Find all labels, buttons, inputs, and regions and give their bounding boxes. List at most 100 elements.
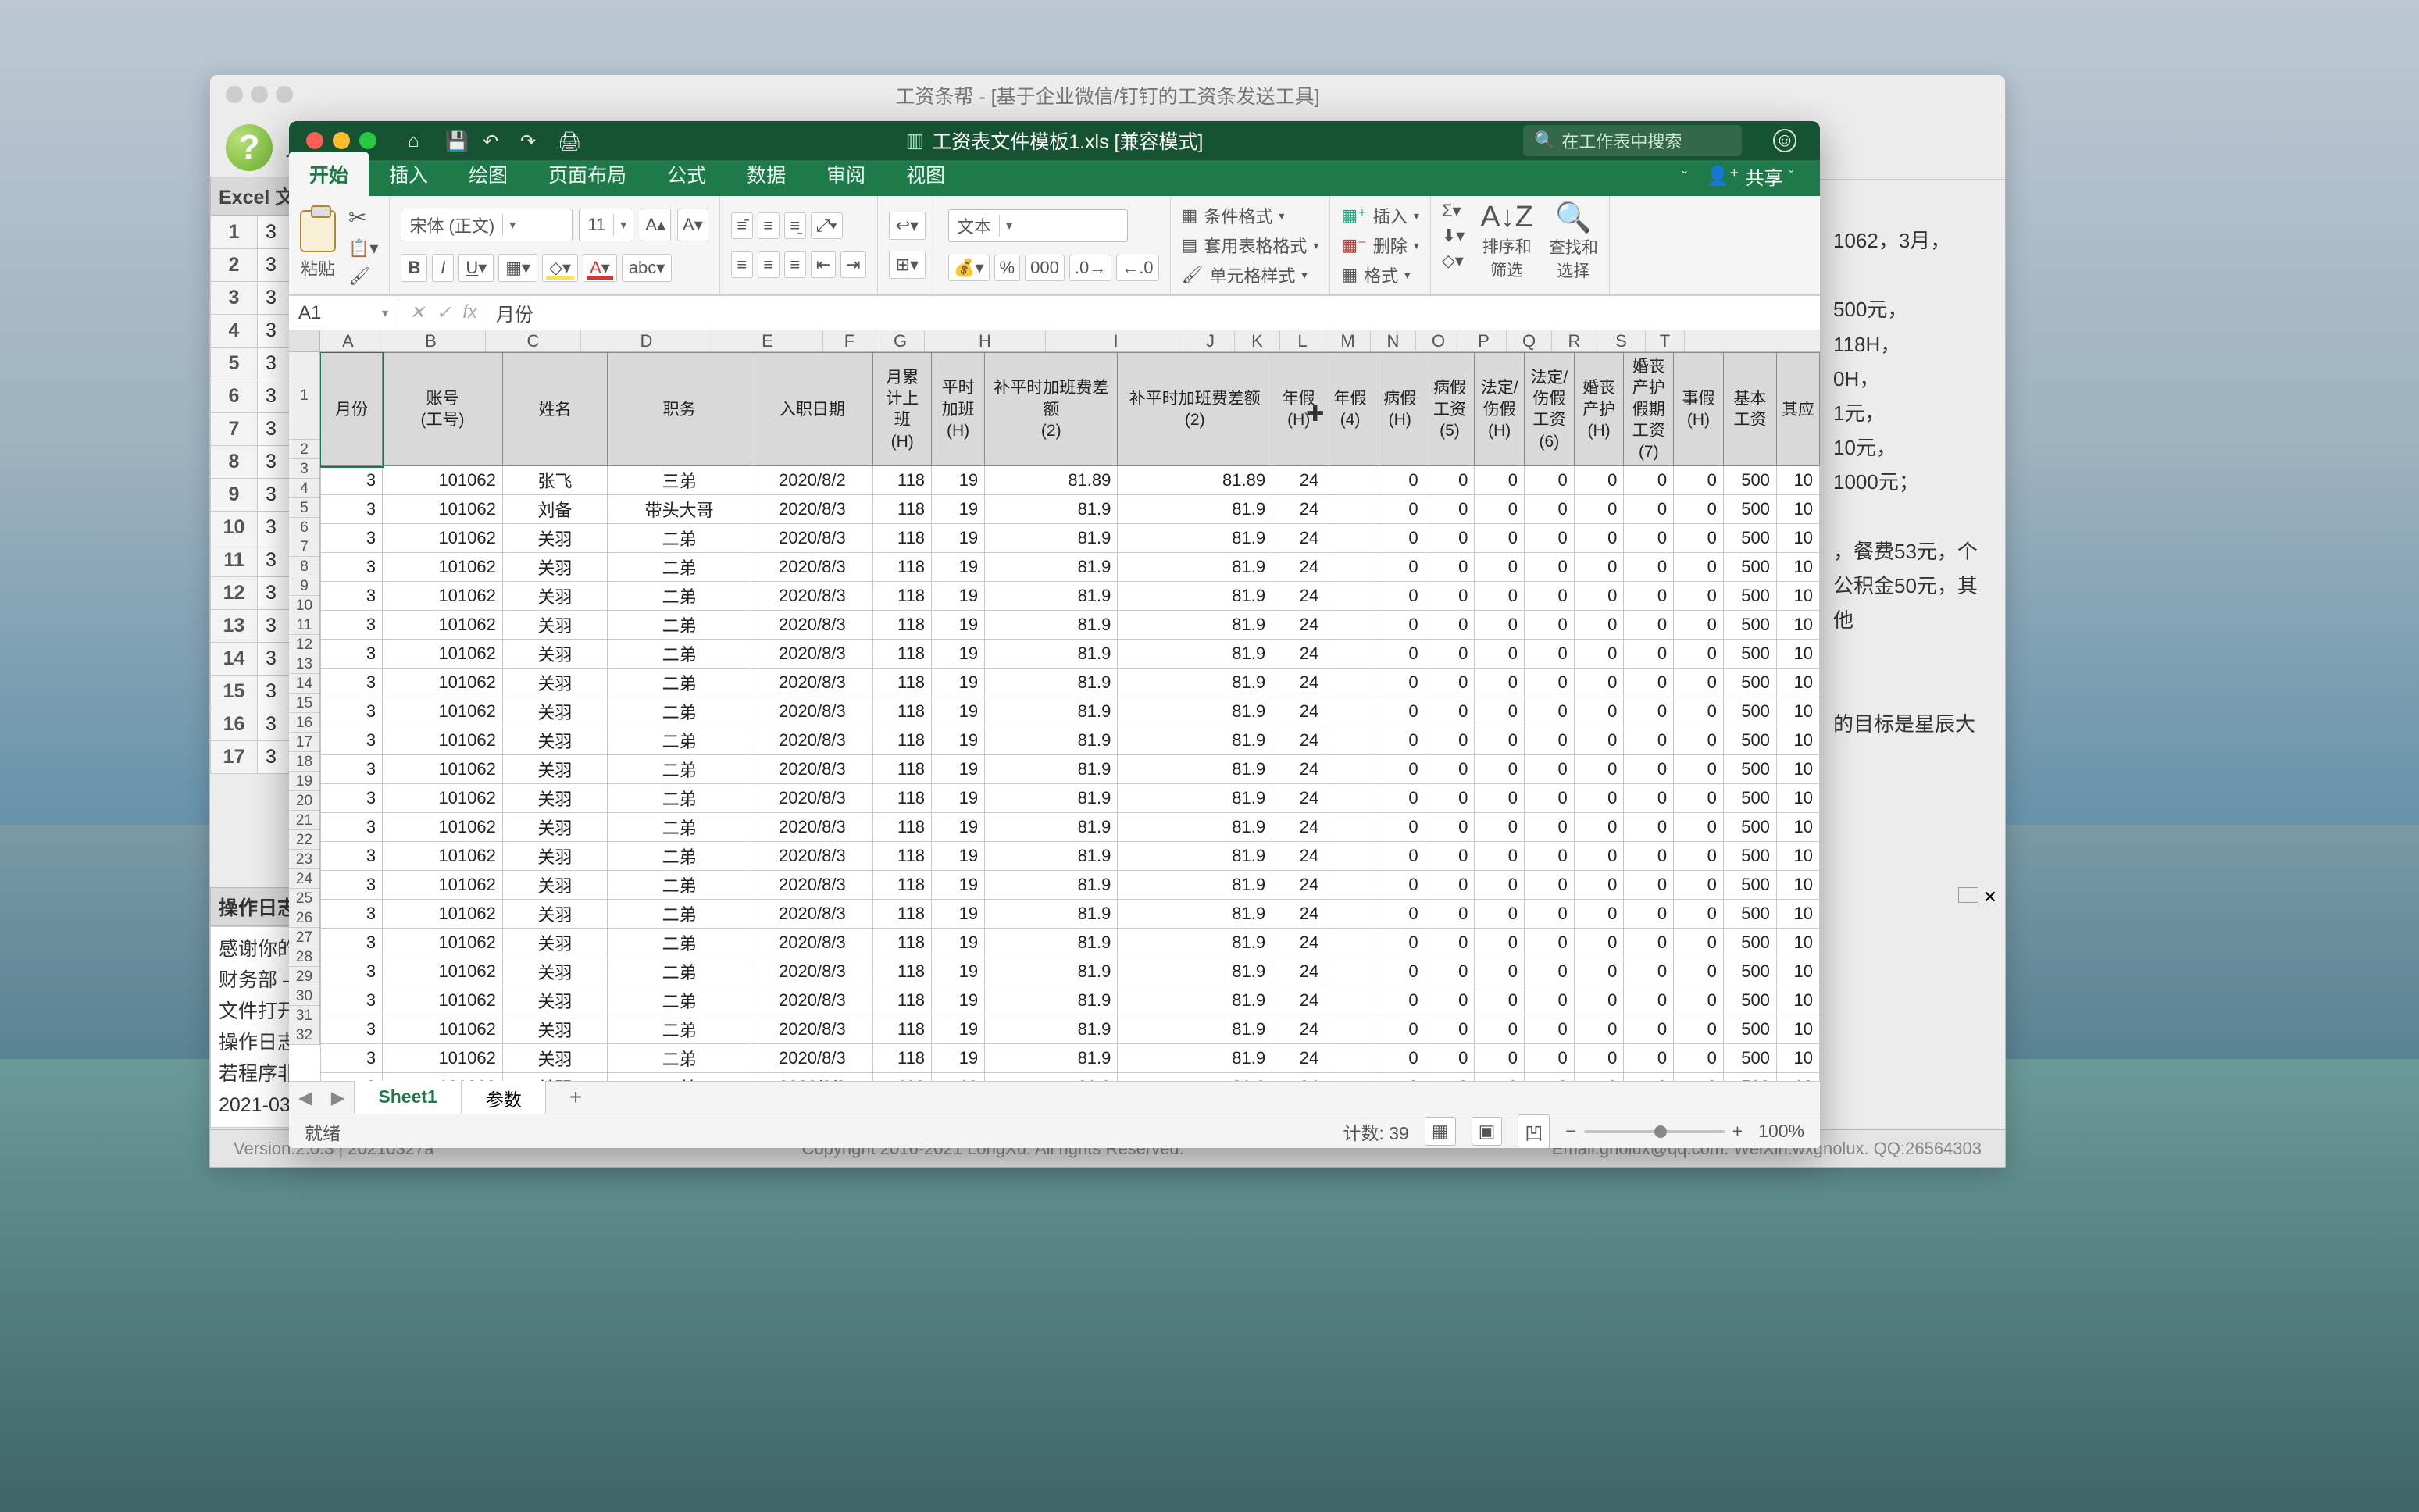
cell[interactable]: 0 bbox=[1525, 640, 1575, 669]
insert-cells-button[interactable]: ▦⁺插入▾ bbox=[1341, 203, 1418, 228]
table-header[interactable]: 职务 bbox=[607, 353, 751, 466]
cell[interactable]: 24 bbox=[1272, 784, 1325, 813]
table-header[interactable]: 法定/伤假工资(6) bbox=[1525, 353, 1575, 466]
cell[interactable]: 2020/8/3 bbox=[751, 929, 873, 957]
redo-icon[interactable]: ↷ bbox=[520, 130, 541, 151]
cell[interactable]: 3 bbox=[321, 900, 383, 929]
cell[interactable]: 101062 bbox=[383, 957, 503, 986]
cell[interactable]: 81.9 bbox=[985, 784, 1118, 813]
cell[interactable]: 101062 bbox=[383, 1073, 503, 1081]
cell[interactable]: 0 bbox=[1475, 929, 1525, 957]
cell[interactable]: 0 bbox=[1624, 755, 1674, 784]
cell[interactable]: 24 bbox=[1272, 986, 1325, 1015]
row-header-9[interactable]: 9 bbox=[289, 576, 319, 596]
cell[interactable]: 0 bbox=[1624, 640, 1674, 669]
cell[interactable]: 0 bbox=[1624, 986, 1674, 1015]
col-header-C[interactable]: C bbox=[486, 330, 581, 351]
table-row[interactable]: 3101062关羽二弟2020/8/31181981.981.924000000… bbox=[321, 1044, 1820, 1073]
cell[interactable]: 81.9 bbox=[985, 813, 1118, 842]
cell[interactable]: 19 bbox=[932, 1015, 985, 1044]
cell[interactable]: 二弟 bbox=[607, 813, 751, 842]
col-header-R[interactable]: R bbox=[1552, 330, 1597, 351]
cell[interactable]: 500 bbox=[1723, 813, 1776, 842]
cell[interactable]: 118 bbox=[873, 871, 932, 900]
select-all-corner[interactable] bbox=[289, 330, 320, 352]
cell[interactable]: 0 bbox=[1624, 784, 1674, 813]
cell[interactable]: 3 bbox=[321, 553, 383, 582]
minimize-window-icon[interactable] bbox=[333, 132, 350, 149]
table-row[interactable]: 3101062关羽二弟2020/8/31181981.981.924000000… bbox=[321, 986, 1820, 1015]
cell[interactable]: 0 bbox=[1624, 553, 1674, 582]
cell[interactable]: 0 bbox=[1375, 697, 1425, 726]
cell[interactable]: 2020/8/3 bbox=[751, 697, 873, 726]
cell[interactable]: 0 bbox=[1375, 669, 1425, 697]
add-sheet-button[interactable]: + bbox=[546, 1079, 605, 1116]
cell[interactable]: 2020/8/3 bbox=[751, 726, 873, 755]
table-header[interactable]: 法定/伤假(H) bbox=[1475, 353, 1525, 466]
cell[interactable]: 0 bbox=[1624, 929, 1674, 957]
share-button[interactable]: 👤⁺ 共享 ˇ bbox=[1695, 156, 1804, 196]
cell[interactable]: 81.9 bbox=[1118, 871, 1272, 900]
cell[interactable]: 0 bbox=[1475, 784, 1525, 813]
accept-formula-icon[interactable]: ✓ bbox=[436, 301, 451, 324]
table-header[interactable]: 月累计上班(H) bbox=[873, 353, 932, 466]
increase-font-icon[interactable]: A▴ bbox=[640, 209, 671, 241]
align-right-icon[interactable]: ≡ bbox=[784, 251, 806, 278]
cell[interactable]: 500 bbox=[1723, 1015, 1776, 1044]
sheet-tab-params[interactable]: 参数 bbox=[462, 1078, 546, 1118]
ribbon-tab-审阅[interactable]: 审阅 bbox=[806, 152, 886, 196]
cell[interactable]: 0 bbox=[1475, 986, 1525, 1015]
table-row[interactable]: 3101062关羽二弟2020/8/31181981.981.924000000… bbox=[321, 755, 1820, 784]
cell[interactable]: 3 bbox=[321, 495, 383, 524]
cell[interactable]: 0 bbox=[1475, 900, 1525, 929]
cell[interactable]: 500 bbox=[1723, 726, 1776, 755]
cell[interactable]: 81.9 bbox=[1118, 582, 1272, 611]
row-header-22[interactable]: 22 bbox=[289, 830, 319, 850]
cell[interactable]: 0 bbox=[1525, 553, 1575, 582]
cell[interactable]: 二弟 bbox=[607, 1015, 751, 1044]
cell[interactable]: 10 bbox=[1776, 986, 1819, 1015]
cell[interactable]: 500 bbox=[1723, 755, 1776, 784]
cell[interactable]: 81.9 bbox=[985, 611, 1118, 640]
cell[interactable]: 0 bbox=[1574, 755, 1624, 784]
cell[interactable]: 10 bbox=[1776, 524, 1819, 553]
cell[interactable]: 0 bbox=[1375, 611, 1425, 640]
cell[interactable]: 101062 bbox=[383, 842, 503, 871]
cell[interactable] bbox=[1325, 929, 1375, 957]
fx-icon[interactable]: fx bbox=[462, 301, 477, 324]
row-header-11[interactable]: 11 bbox=[289, 615, 319, 635]
table-header[interactable]: 事假(H) bbox=[1674, 353, 1724, 466]
cell[interactable]: 10 bbox=[1776, 957, 1819, 986]
row-header-17[interactable]: 17 bbox=[289, 733, 319, 752]
col-header-I[interactable]: I bbox=[1046, 330, 1186, 351]
cell[interactable]: 0 bbox=[1525, 957, 1575, 986]
cell[interactable]: 500 bbox=[1723, 697, 1776, 726]
cell[interactable]: 0 bbox=[1574, 640, 1624, 669]
cell[interactable]: 101062 bbox=[383, 640, 503, 669]
cell[interactable]: 关羽 bbox=[502, 1073, 607, 1081]
cell[interactable]: 2020/8/3 bbox=[751, 755, 873, 784]
cell[interactable]: 24 bbox=[1272, 755, 1325, 784]
increase-decimal-icon[interactable]: .0→ bbox=[1069, 255, 1111, 281]
cell[interactable]: 81.9 bbox=[1118, 986, 1272, 1015]
cell[interactable]: 二弟 bbox=[607, 640, 751, 669]
cell[interactable]: 24 bbox=[1272, 871, 1325, 900]
cell[interactable]: 0 bbox=[1574, 784, 1624, 813]
row-header-29[interactable]: 29 bbox=[289, 967, 319, 986]
table-format-button[interactable]: ▤套用表格格式▾ bbox=[1182, 233, 1319, 258]
cell[interactable]: 0 bbox=[1574, 1015, 1624, 1044]
table-row[interactable]: 3101062关羽二弟2020/8/31181981.981.924000000… bbox=[321, 1015, 1820, 1044]
row-header-16[interactable]: 16 bbox=[289, 713, 319, 733]
cell[interactable]: 81.9 bbox=[985, 1015, 1118, 1044]
cell[interactable] bbox=[1325, 1073, 1375, 1081]
cell[interactable]: 0 bbox=[1674, 582, 1724, 611]
cell[interactable]: 81.9 bbox=[985, 697, 1118, 726]
cell[interactable]: 118 bbox=[873, 929, 932, 957]
col-header-N[interactable]: N bbox=[1371, 330, 1416, 351]
cell[interactable]: 关羽 bbox=[502, 524, 607, 553]
cell[interactable]: 0 bbox=[1525, 611, 1575, 640]
align-bottom-icon[interactable]: ≡̱ bbox=[784, 212, 806, 239]
zoom-out-icon[interactable]: − bbox=[1565, 1121, 1575, 1142]
row-header-21[interactable]: 21 bbox=[289, 811, 319, 830]
cell[interactable]: 0 bbox=[1525, 755, 1575, 784]
